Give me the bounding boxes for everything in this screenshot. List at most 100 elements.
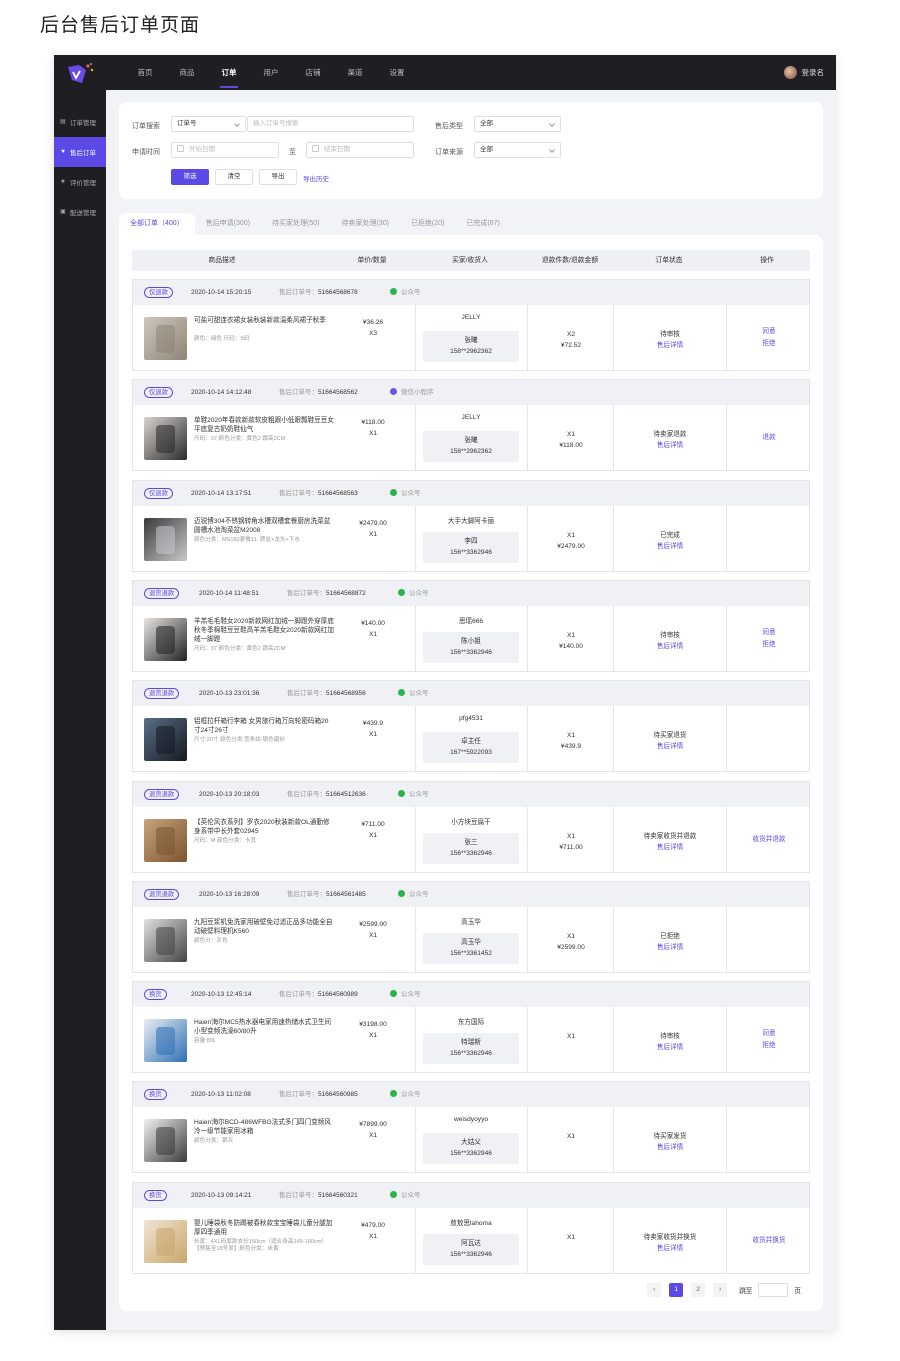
order-channel: 公众号 bbox=[390, 982, 421, 1007]
avatar[interactable] bbox=[783, 66, 797, 79]
action-link[interactable]: 同意 bbox=[728, 627, 810, 639]
after-sales-detail-link[interactable]: 售后详情 bbox=[657, 944, 683, 951]
jump-page-input[interactable] bbox=[758, 1283, 789, 1297]
product-name[interactable]: 可盐可甜连衣裙女装秋装新款温柔风裙子秋季 bbox=[194, 316, 334, 325]
status-tabs: 全部订单（400） 售后申请(300) 待买家处理(50) 待卖家处理(30) … bbox=[119, 213, 511, 235]
after-sales-no-value: 51664560321 bbox=[318, 1191, 358, 1199]
product-name[interactable]: Haier/海尔MC5热水器电家用速热储水式卫生间小型变频洗澡60/80升 bbox=[194, 1018, 334, 1036]
nav-home[interactable]: 首页 bbox=[124, 55, 166, 90]
page-2-button[interactable]: 2 bbox=[691, 1283, 706, 1297]
nav-stores[interactable]: 店铺 bbox=[292, 55, 334, 90]
receiver-box: 卓主任 167**5922093 bbox=[423, 732, 519, 764]
product-name[interactable]: Haier/海尔BCD-486WFBG法式多门四门变频风冷一级节能家用冰箱 bbox=[194, 1118, 334, 1136]
product-name[interactable]: 婴儿睡袋秋冬防踢被春秋款宝宝睡袋儿童分腿加厚四季通用 bbox=[194, 1219, 334, 1237]
product-thumbnail[interactable] bbox=[144, 1019, 187, 1063]
clear-button[interactable]: 清空 bbox=[215, 169, 253, 185]
sidebar-item-after-sales[interactable]: ♥ 售后订单 bbox=[54, 137, 106, 167]
after-sales-no: 售后订单号：51664561485 bbox=[287, 882, 366, 907]
user-menu[interactable]: 登录名 bbox=[783, 66, 825, 79]
divider bbox=[527, 1007, 528, 1073]
page-1-button[interactable]: 1 bbox=[669, 1283, 684, 1297]
tab-all[interactable]: 全部订单（400） bbox=[119, 213, 195, 235]
after-sales-detail-link[interactable]: 售后详情 bbox=[657, 342, 683, 349]
product-thumbnail[interactable] bbox=[144, 417, 187, 461]
tab-after-sales-apply[interactable]: 售后申请(300) bbox=[195, 213, 261, 235]
sidebar-item-delivery[interactable]: ▣ 配送管理 bbox=[54, 197, 106, 227]
nav-users[interactable]: 用户 bbox=[250, 55, 292, 90]
nav-orders[interactable]: 订单 bbox=[208, 55, 250, 90]
after-type-select[interactable]: 全部 bbox=[474, 116, 561, 132]
receiver-phone: 156**3362946 bbox=[450, 1150, 492, 1158]
action-link[interactable]: 拒绝 bbox=[728, 1040, 810, 1052]
wechat-icon bbox=[398, 789, 405, 797]
order-source-select[interactable]: 全部 bbox=[474, 142, 561, 158]
product-name[interactable]: 迈锐博304不锈钢转角水槽双槽套餐厨房洗菜盆圆槽水池淘菜盆M2008 bbox=[194, 517, 334, 535]
after-sales-detail-link[interactable]: 售后详情 bbox=[657, 1044, 683, 1051]
price-qty: ¥711.00 X1 bbox=[348, 819, 398, 841]
after-sales-detail-link[interactable]: 售后详情 bbox=[657, 844, 683, 851]
product-name[interactable]: 【英伦风衣系列】罗衣2020秋装新款OL通勤修身系带中长外套02945 bbox=[194, 818, 334, 836]
after-sales-detail-link[interactable]: 售后详情 bbox=[657, 1144, 683, 1151]
divider bbox=[415, 405, 416, 471]
start-date-input[interactable]: 开始日期 bbox=[171, 142, 279, 158]
quantity: X1 bbox=[368, 1032, 378, 1040]
product-thumbnail[interactable] bbox=[144, 317, 187, 360]
unit-price: ¥439.9 bbox=[362, 720, 384, 728]
action-link[interactable]: 收货并退款 bbox=[728, 834, 810, 846]
action-link[interactable]: 收货并换货 bbox=[728, 1235, 810, 1247]
sidebar-item-order-management[interactable]: ▤ 订单管理 bbox=[54, 107, 106, 137]
order-search-label: 订单搜索 bbox=[132, 123, 160, 130]
next-page-button[interactable]: › bbox=[713, 1283, 728, 1297]
end-date-input[interactable]: 结束日期 bbox=[306, 142, 414, 158]
export-button[interactable]: 导出 bbox=[259, 169, 297, 185]
to-label: 至 bbox=[289, 149, 296, 156]
jump-label: 跳至 bbox=[739, 1288, 753, 1295]
after-sales-no-label: 售后订单号： bbox=[279, 489, 318, 497]
top-navbar: 首页 商品 订单 用户 店铺 渠道 设置 登录名 bbox=[54, 55, 836, 90]
wechat-icon bbox=[390, 1190, 397, 1198]
order-card: 退货退款 2020-10-13 20:18:03 售后订单号：516645126… bbox=[132, 780, 810, 873]
prev-page-button[interactable]: ‹ bbox=[647, 1283, 662, 1297]
nav-channels[interactable]: 渠道 bbox=[334, 55, 376, 90]
filter-button[interactable]: 筛选 bbox=[171, 169, 209, 185]
after-sales-detail-link[interactable]: 售后详情 bbox=[657, 543, 683, 550]
action-link[interactable]: 同意 bbox=[728, 1028, 810, 1040]
product-thumbnail[interactable] bbox=[144, 617, 187, 661]
nav-products[interactable]: 商品 bbox=[166, 55, 208, 90]
nav-settings[interactable]: 设置 bbox=[376, 55, 418, 90]
tab-completed[interactable]: 已完成(87) bbox=[455, 213, 510, 235]
product-name[interactable]: 铝框拉杆箱行李箱 女男旅行箱万向轮密码箱20寸24寸26寸 bbox=[194, 717, 334, 735]
login-name[interactable]: 登录名 bbox=[802, 67, 825, 78]
product-thumbnail[interactable] bbox=[144, 517, 187, 561]
product-thumbnail[interactable] bbox=[144, 718, 187, 762]
product-thumbnail[interactable] bbox=[144, 1119, 187, 1163]
after-sales-detail-link[interactable]: 售后详情 bbox=[657, 643, 683, 650]
after-sales-detail-link[interactable]: 售后详情 bbox=[657, 442, 683, 449]
order-search-input[interactable]: 输入订单号搜索 bbox=[247, 116, 414, 132]
action-link[interactable]: 拒绝 bbox=[728, 639, 810, 651]
status-text: 待卖家收货并换货 bbox=[643, 1233, 697, 1241]
action-link[interactable]: 退款 bbox=[728, 432, 810, 444]
order-status: 待卖家收货并换货 售后详情 bbox=[618, 1232, 722, 1254]
product-thumbnail[interactable] bbox=[144, 818, 187, 862]
tab-pending-seller[interactable]: 待卖家处理(30) bbox=[330, 213, 399, 235]
app-logo-icon[interactable] bbox=[64, 61, 96, 87]
tab-pending-buyer[interactable]: 待买家处理(50) bbox=[261, 213, 330, 235]
product-thumbnail[interactable] bbox=[144, 918, 187, 962]
action-link[interactable]: 同意 bbox=[728, 326, 810, 338]
action-link[interactable]: 拒绝 bbox=[728, 338, 810, 350]
after-sales-detail-link[interactable]: 售后详情 bbox=[657, 1245, 683, 1252]
divider bbox=[415, 1007, 416, 1073]
product-name[interactable]: 九阳豆浆机免洗家用破壁免过滤正品多功能全自动破壁料理机K560 bbox=[194, 918, 334, 936]
after-sales-detail-link[interactable]: 售后详情 bbox=[657, 743, 683, 750]
product-thumbnail[interactable] bbox=[144, 1219, 187, 1263]
channel-label: 微信小程序 bbox=[401, 389, 434, 397]
export-history-link[interactable]: 导出历史 bbox=[303, 173, 329, 183]
receiver-box: 陈小姐 156**3362946 bbox=[423, 631, 519, 663]
tab-rejected[interactable]: 已拒绝(20) bbox=[400, 213, 455, 235]
sidebar-item-reviews[interactable]: ★ 评价管理 bbox=[54, 167, 106, 197]
product-name[interactable]: 羊羔毛毛鞋女2020新款网红加绒一脚蹬外穿厚底秋冬季棉鞋豆豆鞋高羊羔毛鞋女202… bbox=[194, 617, 334, 644]
order-search-type-select[interactable]: 订单号 bbox=[171, 116, 246, 132]
product-name[interactable]: 单鞋2020年春款新款软皮粗跟小低跟瓢鞋豆豆女平底复古奶奶鞋仙气 bbox=[194, 416, 334, 434]
receiver-name: 阿瓦达 bbox=[461, 1239, 481, 1247]
